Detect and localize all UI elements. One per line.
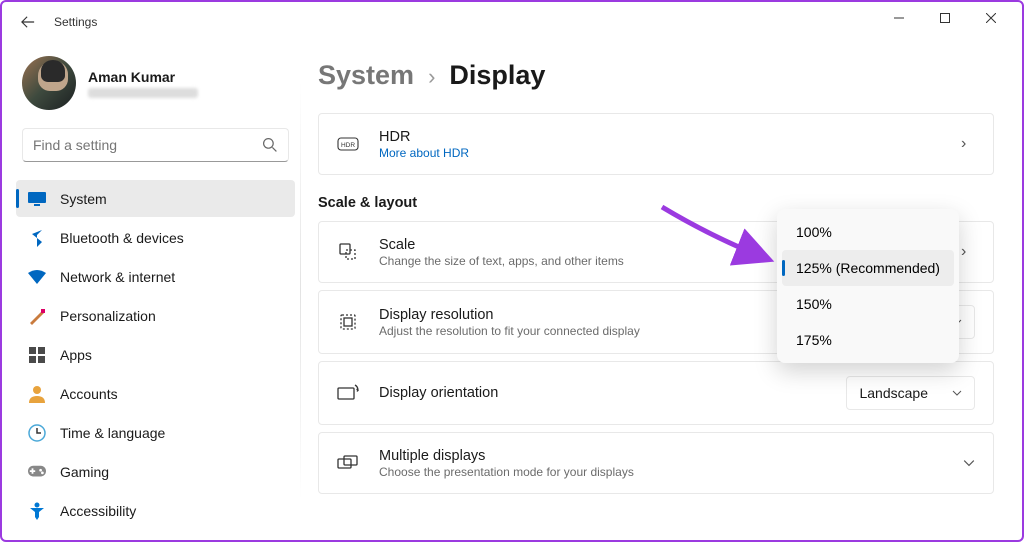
sidebar-item-label: Time & language <box>60 425 165 441</box>
window-title: Settings <box>54 15 97 29</box>
network-icon <box>28 268 46 286</box>
resolution-title: Display resolution <box>379 307 765 323</box>
gaming-icon <box>28 463 46 481</box>
maximize-button[interactable] <box>922 2 968 34</box>
personalization-icon <box>28 307 46 325</box>
scale-title: Scale <box>379 237 771 253</box>
avatar <box>22 56 76 110</box>
orientation-card[interactable]: Display orientation Landscape <box>318 361 994 425</box>
close-button[interactable] <box>968 2 1014 34</box>
chevron-right-icon: › <box>961 135 975 153</box>
multidisplay-icon <box>337 454 359 472</box>
multidisplay-card[interactable]: Multiple displays Choose the presentatio… <box>318 432 994 494</box>
hdr-card[interactable]: HDR HDR More about HDR › <box>318 113 994 175</box>
resolution-subtitle: Adjust the resolution to fit your connec… <box>379 324 765 338</box>
sidebar-item-apps[interactable]: Apps <box>16 336 295 373</box>
multi-title: Multiple displays <box>379 448 943 464</box>
hdr-link[interactable]: More about HDR <box>379 146 941 160</box>
chevron-down-icon <box>963 457 975 469</box>
orientation-select[interactable]: Landscape <box>846 376 975 410</box>
account-name: Aman Kumar <box>88 69 198 85</box>
accessibility-icon <box>28 502 46 520</box>
multi-subtitle: Choose the presentation mode for your di… <box>379 465 943 479</box>
chevron-right-icon: › <box>428 64 435 90</box>
account-email-blurred <box>88 88 198 98</box>
scale-option[interactable]: 100% <box>782 214 954 250</box>
accounts-icon <box>28 385 46 403</box>
sidebar: Aman Kumar System Bluetooth & devices Netw… <box>2 42 302 540</box>
time-icon <box>28 424 46 442</box>
sidebar-item-bluetooth[interactable]: Bluetooth & devices <box>16 219 295 256</box>
chevron-down-icon <box>952 388 962 398</box>
breadcrumb-parent[interactable]: System <box>318 60 414 91</box>
search-input[interactable] <box>33 137 262 153</box>
minimize-button[interactable] <box>876 2 922 34</box>
system-icon <box>28 190 46 208</box>
search-icon <box>262 137 278 153</box>
sidebar-item-time[interactable]: Time & language <box>16 414 295 451</box>
account-header[interactable]: Aman Kumar <box>16 52 295 112</box>
sidebar-item-accounts[interactable]: Accounts <box>16 375 295 412</box>
scale-option[interactable]: 175% <box>782 322 954 358</box>
scale-option[interactable]: 125% (Recommended) <box>782 250 954 286</box>
sidebar-item-label: Gaming <box>60 464 109 480</box>
scale-icon <box>337 242 359 262</box>
back-button[interactable] <box>14 8 42 36</box>
scale-dropdown[interactable]: 100%125% (Recommended)150%175% <box>777 209 959 363</box>
sidebar-item-accessibility[interactable]: Accessibility <box>16 492 295 529</box>
search-box[interactable] <box>22 128 289 162</box>
apps-icon <box>28 346 46 364</box>
breadcrumb: System › Display <box>318 60 994 91</box>
sidebar-item-network[interactable]: Network & internet <box>16 258 295 295</box>
scale-subtitle: Change the size of text, apps, and other… <box>379 254 771 268</box>
sidebar-item-personalization[interactable]: Personalization <box>16 297 295 334</box>
bluetooth-icon <box>28 229 46 247</box>
hdr-icon: HDR <box>337 137 359 151</box>
sidebar-item-label: Personalization <box>60 308 156 324</box>
resolution-icon <box>337 312 359 332</box>
sidebar-item-gaming[interactable]: Gaming <box>16 453 295 490</box>
scale-option[interactable]: 150% <box>782 286 954 322</box>
sidebar-item-label: Accounts <box>60 386 118 402</box>
sidebar-item-label: Apps <box>60 347 92 363</box>
svg-text:HDR: HDR <box>341 142 355 149</box>
sidebar-item-label: Bluetooth & devices <box>60 230 184 246</box>
breadcrumb-current: Display <box>449 60 545 91</box>
hdr-title: HDR <box>379 129 941 145</box>
sidebar-item-label: Network & internet <box>60 269 175 285</box>
sidebar-item-system[interactable]: System <box>16 180 295 217</box>
orientation-icon <box>337 384 359 402</box>
sidebar-item-label: Accessibility <box>60 503 136 519</box>
chevron-right-icon: › <box>961 243 975 261</box>
sidebar-item-label: System <box>60 191 107 207</box>
orientation-title: Display orientation <box>379 385 826 401</box>
